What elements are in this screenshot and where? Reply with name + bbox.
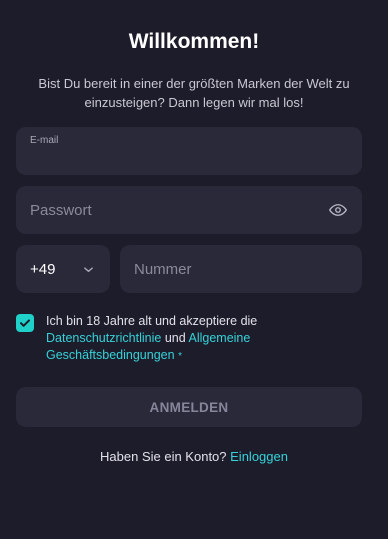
eye-icon[interactable] xyxy=(328,200,348,220)
phone-number-field[interactable] xyxy=(120,245,362,293)
password-input[interactable] xyxy=(30,201,328,219)
check-icon xyxy=(20,319,30,327)
chevron-down-icon xyxy=(82,263,94,275)
phone-number-input[interactable] xyxy=(134,260,348,278)
page-subtitle: Bist Du bereit in einer der größten Mark… xyxy=(38,76,350,110)
register-button[interactable]: ANMELDEN xyxy=(16,387,362,427)
required-mark: * xyxy=(178,351,182,362)
login-prompt: Haben Sie ein Konto? Einloggen xyxy=(0,449,388,464)
login-link[interactable]: Einloggen xyxy=(230,449,288,464)
email-label: E-mail xyxy=(30,135,59,146)
registration-page: Willkommen! Bist Du bereit in einer der … xyxy=(0,0,388,539)
consent-row: Ich bin 18 Jahre alt und akzeptiere die … xyxy=(16,313,362,365)
login-question: Haben Sie ein Konto? xyxy=(100,449,227,464)
country-code-value: +49 xyxy=(30,260,56,278)
page-title: Willkommen! xyxy=(128,30,260,53)
privacy-policy-link[interactable]: Datenschutzrichtlinie xyxy=(46,331,161,345)
email-input[interactable] xyxy=(30,151,348,171)
country-code-select[interactable]: +49 xyxy=(16,245,110,293)
consent-text: Ich bin 18 Jahre alt und akzeptiere die … xyxy=(46,313,362,365)
password-field[interactable] xyxy=(16,186,362,234)
consent-checkbox[interactable] xyxy=(16,314,34,332)
consent-text-before: Ich bin 18 Jahre alt und akzeptiere die xyxy=(46,314,258,328)
consent-and: und xyxy=(164,331,186,345)
email-field[interactable]: E-mail xyxy=(16,127,362,175)
